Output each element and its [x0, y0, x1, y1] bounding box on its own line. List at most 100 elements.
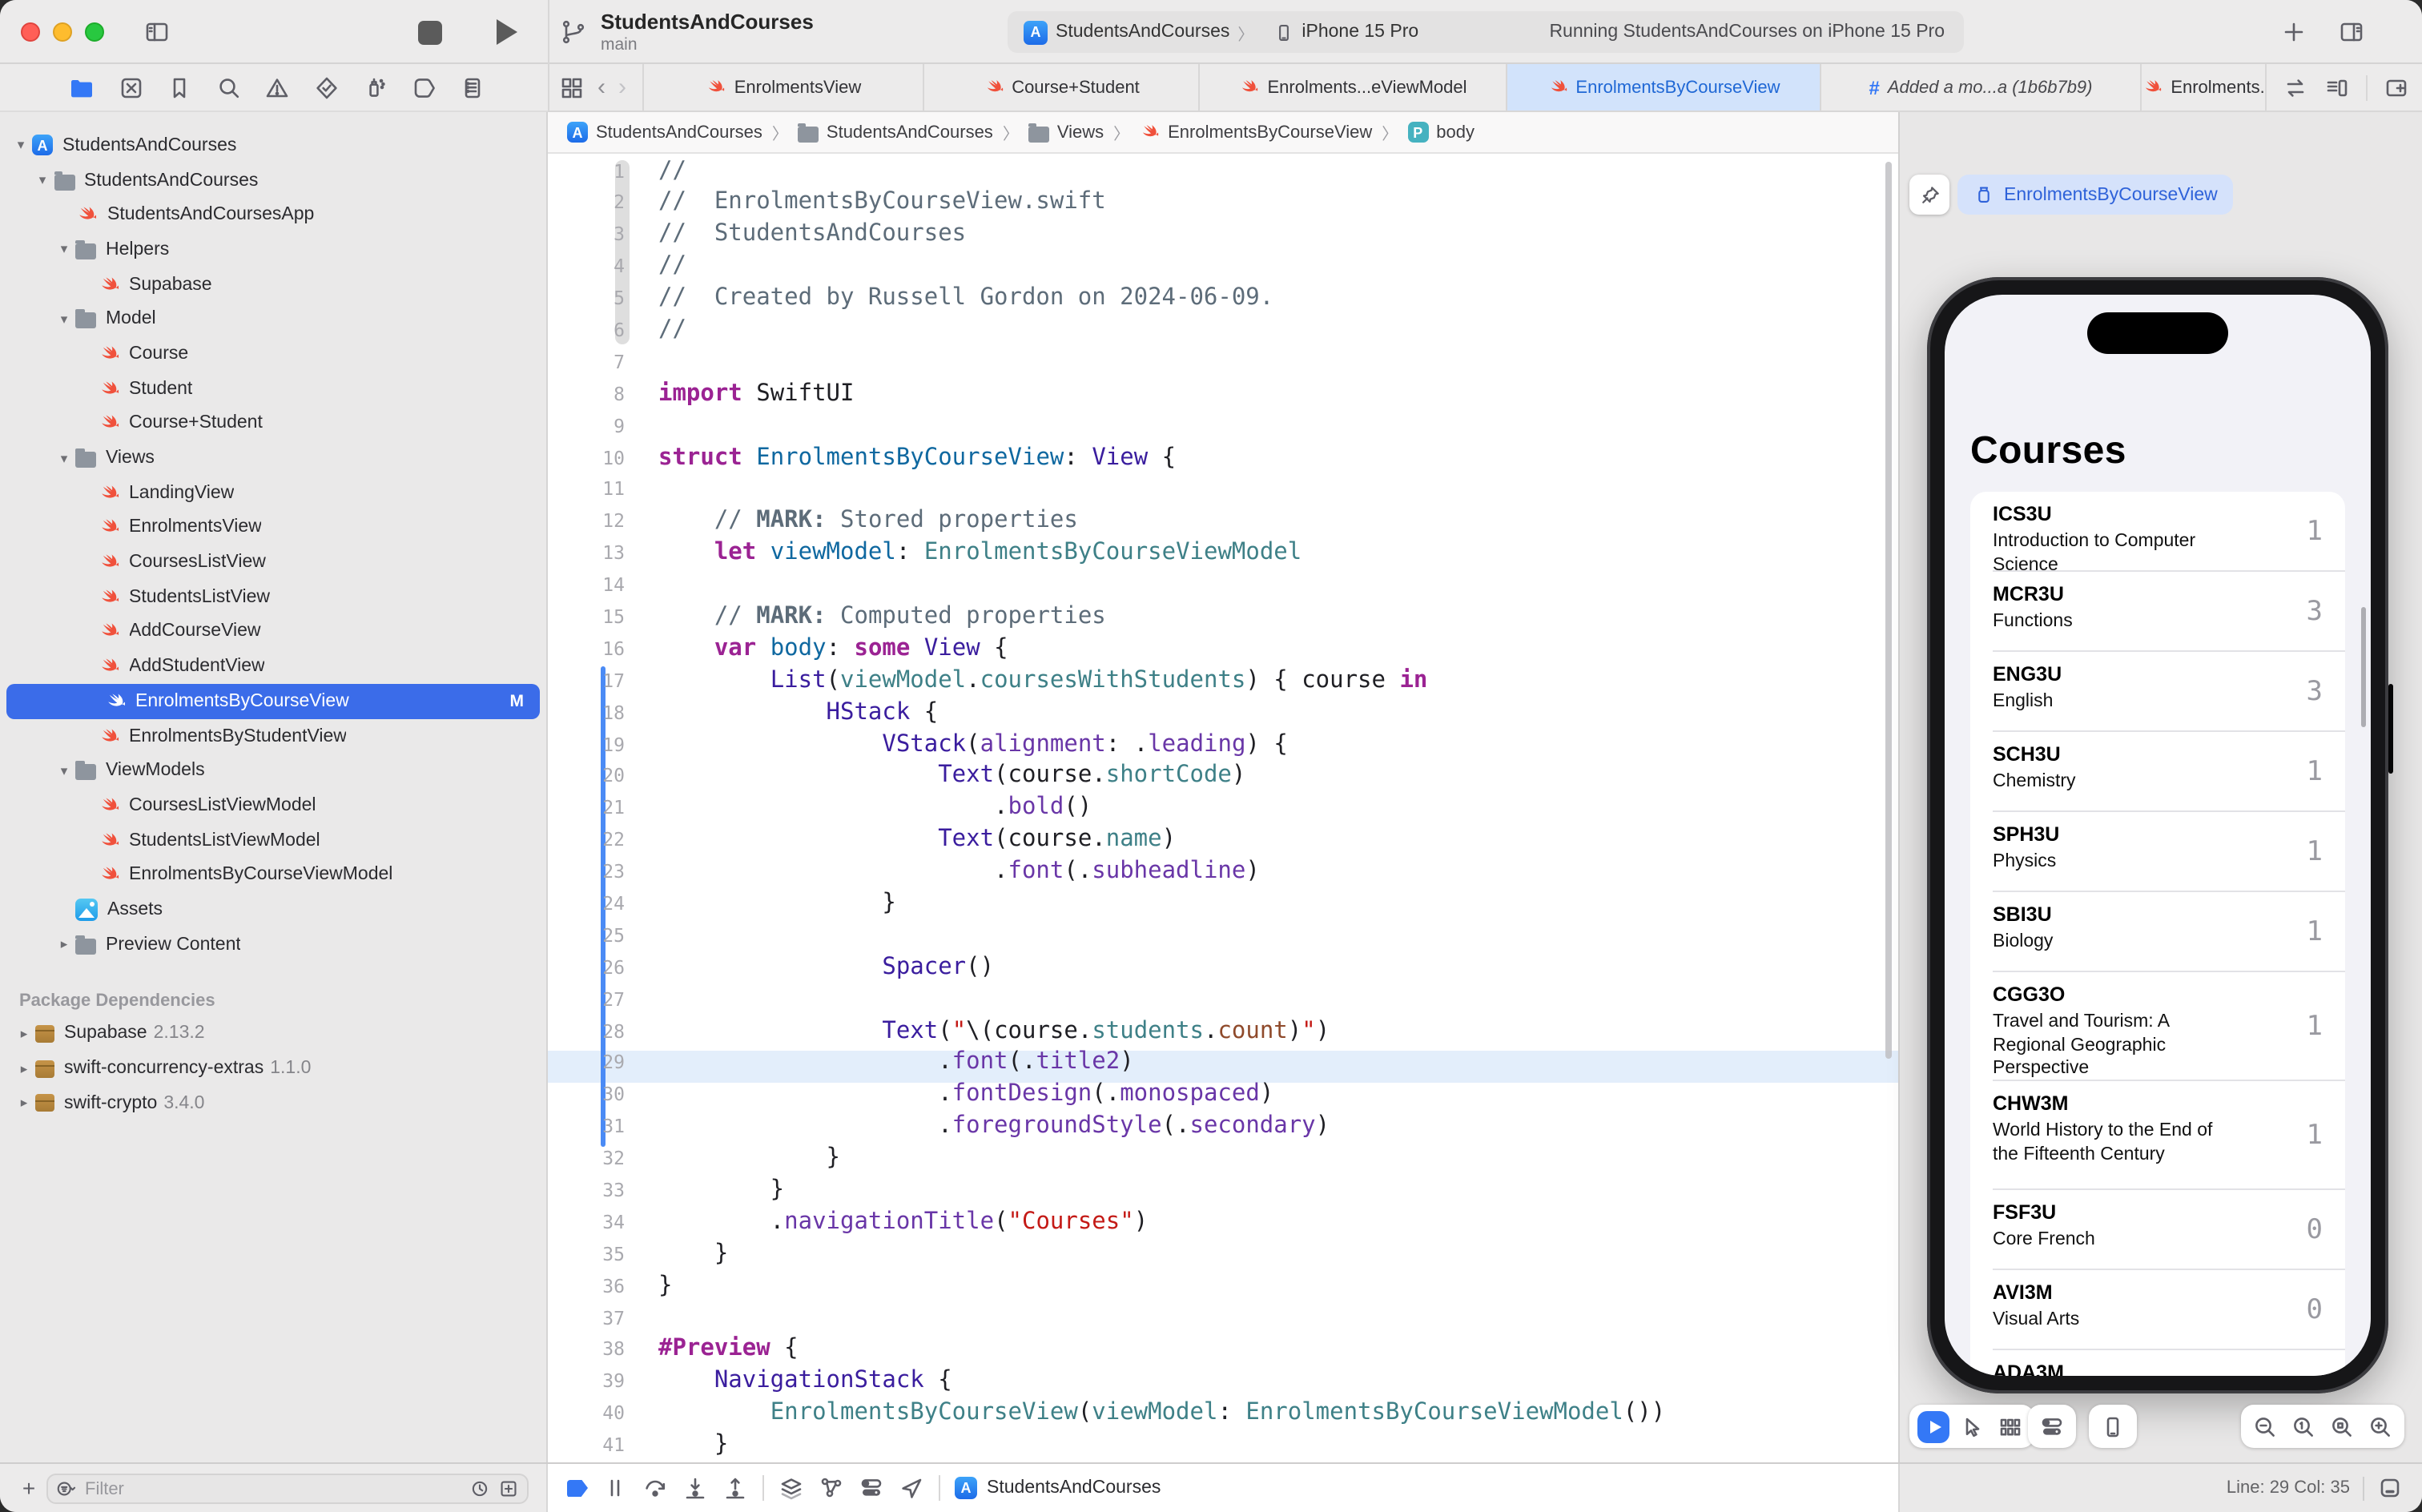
run-button[interactable] [490, 16, 522, 48]
navigator-breakpoints[interactable] [411, 74, 437, 100]
zoom-fit-button[interactable] [2326, 1410, 2358, 1442]
course-row[interactable]: SPH3U Physics 1 [1970, 812, 2345, 892]
filter-field[interactable] [46, 1474, 529, 1504]
selectable-mode-button[interactable] [1956, 1410, 1988, 1442]
breadcrumb-item[interactable]: Views [1028, 123, 1104, 142]
tree-row[interactable]: ▾ Model [0, 302, 546, 336]
course-row[interactable]: AVI3M Visual Arts 0 [1970, 1270, 2345, 1350]
source-control-filter-icon[interactable] [498, 1478, 519, 1499]
zoom-in-button[interactable] [2364, 1410, 2396, 1442]
tree-row[interactable]: Course [0, 336, 546, 371]
tree-row[interactable]: Supabase [0, 267, 546, 302]
device-bezel-toggle-icon[interactable] [2377, 1475, 2403, 1501]
navigator-reports[interactable] [460, 74, 485, 100]
tree-row[interactable]: ▾ Views [0, 440, 546, 475]
simulate-location-icon[interactable] [899, 1475, 924, 1501]
zoom-window-button[interactable] [85, 22, 104, 42]
close-window-button[interactable] [21, 22, 40, 42]
minimap-options-icon[interactable] [2324, 74, 2350, 100]
tab-overview-icon[interactable] [559, 74, 585, 100]
pause-icon[interactable] [602, 1475, 628, 1501]
split-editor-icon[interactable] [2384, 74, 2409, 100]
breadcrumb-item[interactable]: AStudentsAndCourses [567, 122, 762, 143]
editor-tab[interactable]: Enrolments...eViewModel [1200, 64, 1507, 111]
recent-files-clock-icon[interactable] [469, 1478, 490, 1499]
editor-tab[interactable]: Course+Student [924, 64, 1200, 111]
editor-tab[interactable]: #Added a mo...a (1b6b7b9) [1821, 64, 2142, 111]
step-into-icon[interactable] [682, 1475, 708, 1501]
preview-tag[interactable]: EnrolmentsByCourseView [1957, 175, 2234, 215]
tree-row[interactable]: EnrolmentsByStudentView [0, 718, 546, 753]
disclosure-triangle-icon[interactable]: ▾ [34, 171, 50, 189]
editor-scrollbar[interactable] [1885, 162, 1892, 1059]
navigator-project[interactable] [69, 74, 95, 100]
running-process[interactable]: A StudentsAndCourses [955, 1477, 1161, 1499]
disclosure-triangle-icon[interactable]: ▸ [16, 1060, 32, 1077]
course-row[interactable]: ICS3U Introduction to Computer Science 1 [1970, 492, 2345, 572]
disclosure-triangle-icon[interactable]: ▾ [56, 762, 72, 779]
tree-row[interactable]: ▾ StudentsAndCourses [0, 163, 546, 197]
toggle-right-inspector-button[interactable] [2336, 16, 2368, 48]
go-back-button[interactable]: ‹ [597, 75, 606, 99]
tree-row[interactable]: EnrolmentsView [0, 510, 546, 545]
memory-graph-icon[interactable] [819, 1475, 844, 1501]
variants-mode-button[interactable] [1994, 1410, 2026, 1442]
disclosure-triangle-icon[interactable]: ▾ [56, 311, 72, 328]
tree-row[interactable]: ▾ Helpers [0, 232, 546, 267]
preview-device-button[interactable] [2097, 1410, 2129, 1442]
minimize-window-button[interactable] [53, 22, 72, 42]
course-row[interactable]: CGG3O Travel and Tourism: A Regional Geo… [1970, 972, 2345, 1081]
code-review-icon[interactable] [2283, 74, 2308, 100]
pin-preview-button[interactable] [1909, 175, 1949, 215]
filter-input[interactable] [85, 1479, 461, 1498]
tree-row[interactable]: AddStudentView [0, 649, 546, 684]
tree-row[interactable]: AddCourseView [0, 614, 546, 649]
course-row[interactable]: SCH3U Chemistry 1 [1970, 732, 2345, 812]
tree-row[interactable]: CoursesListViewModel [0, 788, 546, 822]
tree-row[interactable]: ▸ Preview Content [0, 927, 546, 962]
breadcrumb-item[interactable]: EnrolmentsByCourseView [1139, 122, 1372, 143]
stop-button[interactable] [413, 16, 445, 48]
breakpoints-toggle-icon[interactable] [567, 1479, 588, 1497]
disclosure-triangle-icon[interactable]: ▸ [16, 1094, 32, 1112]
course-row[interactable]: SBI3U Biology 1 [1970, 892, 2345, 972]
live-preview-button[interactable] [1917, 1410, 1949, 1442]
tree-row[interactable]: Course+Student [0, 406, 546, 440]
tree-row[interactable]: LandingView [0, 476, 546, 510]
course-row[interactable]: ADA3M 0 [1970, 1350, 2345, 1376]
add-editor-tab-button[interactable] [2278, 16, 2310, 48]
tree-row[interactable]: Assets [0, 892, 546, 927]
run-destination[interactable]: iPhone 15 Pro [1269, 11, 1434, 53]
navigator-bookmarks[interactable] [167, 74, 192, 100]
package-row[interactable]: ▸ swift-crypto 3.4.0 [0, 1086, 546, 1120]
tree-row[interactable]: EnrolmentsByCourseViewModel [0, 858, 546, 892]
tree-row[interactable]: CoursesListView [0, 545, 546, 580]
step-over-icon[interactable] [642, 1475, 668, 1501]
tree-row[interactable]: StudentsAndCoursesApp [0, 198, 546, 232]
tree-row[interactable]: Student [0, 372, 546, 406]
breadcrumb-item[interactable]: Pbody [1407, 122, 1475, 143]
device-settings-button[interactable] [2036, 1410, 2068, 1442]
navigator-find[interactable] [215, 74, 241, 100]
course-row[interactable]: CHW3M World History to the End of the Fi… [1970, 1081, 2345, 1190]
navigator-debug[interactable] [362, 74, 388, 100]
go-forward-button[interactable]: › [618, 75, 626, 99]
disclosure-triangle-icon[interactable]: ▾ [56, 449, 72, 467]
editor-tab[interactable]: EnrolmentsView [644, 64, 924, 111]
step-out-icon[interactable] [722, 1475, 748, 1501]
navigator-issues[interactable] [264, 74, 290, 100]
navigator-tests[interactable] [313, 74, 339, 100]
zoom-100-button[interactable] [2287, 1410, 2319, 1442]
editor-tab[interactable]: Enrolments. [2142, 64, 2267, 111]
zoom-out-button[interactable] [2249, 1410, 2281, 1442]
scheme-target[interactable]: A StudentsAndCourses 〉 [1008, 11, 1269, 53]
disclosure-triangle-icon[interactable]: ▾ [56, 241, 72, 259]
tree-row[interactable]: StudentsListView [0, 580, 546, 614]
view-hierarchy-icon[interactable] [778, 1475, 804, 1501]
breadcrumb-item[interactable]: StudentsAndCourses [798, 123, 993, 142]
editor-tab[interactable]: EnrolmentsByCourseView [1507, 64, 1821, 111]
course-row[interactable]: MCR3U Functions 3 [1970, 572, 2345, 652]
tree-row[interactable]: EnrolmentsByCourseView M [6, 684, 540, 718]
disclosure-triangle-icon[interactable]: ▸ [56, 935, 72, 953]
disclosure-triangle-icon[interactable]: ▾ [13, 137, 29, 155]
